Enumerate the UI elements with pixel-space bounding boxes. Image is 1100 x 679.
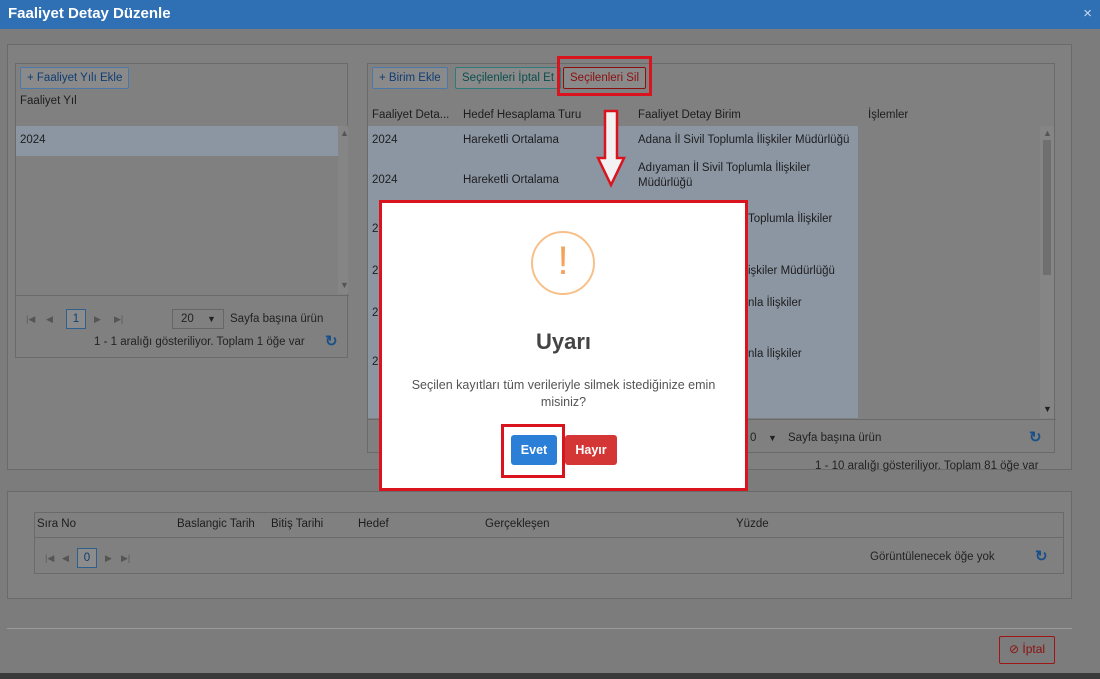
column-header: İşlemler — [868, 109, 909, 121]
row-unit: nla İlişkiler — [748, 297, 802, 309]
next-page-icon[interactable]: ▶ — [105, 553, 112, 564]
page-size-select[interactable]: 20 ▼ — [172, 309, 224, 329]
column-header: Sıra No — [37, 518, 76, 530]
row-type: Hareketli Ortalama — [463, 134, 559, 146]
divider — [16, 295, 349, 296]
add-year-button[interactable]: + Faaliyet Yılı Ekle — [20, 67, 130, 89]
current-page[interactable]: 1 — [66, 309, 86, 329]
confirm-dialog: ! Uyarı Seçilen kayıtları tüm verileriyl… — [379, 200, 748, 491]
column-header: Yüzde — [736, 518, 769, 530]
column-header: Faaliyet Detay Birim — [638, 109, 741, 121]
cancel-button[interactable]: ⊘ İptal — [999, 636, 1055, 664]
scroll-thumb[interactable] — [1043, 140, 1051, 275]
column-header: Gerçekleşen — [485, 518, 550, 530]
year-cell: 2024 — [20, 134, 46, 146]
prev-page-icon[interactable]: ◀ — [46, 314, 53, 325]
dialog-title: Uyarı — [535, 329, 592, 354]
dialog-message: Seçilen kayıtları tüm verileriyle silmek… — [411, 378, 716, 409]
page-size-value: 20 — [181, 313, 194, 325]
divider — [7, 628, 1072, 629]
row-year: 2 — [372, 356, 379, 368]
page-size-label: Sayfa başına ürün — [230, 313, 324, 325]
last-page-icon[interactable]: ▶| — [114, 314, 123, 325]
scrollbar[interactable]: ▲ ▼ — [1040, 126, 1054, 418]
row-unit: Adana İl Sivil Toplumla İlişkiler Müdürl… — [638, 134, 850, 146]
prev-page-icon[interactable]: ◀ — [62, 553, 69, 564]
row-year: 2 — [372, 223, 379, 235]
row-unit: nla İlişkiler — [748, 348, 802, 360]
first-page-icon[interactable]: |◀ — [45, 553, 54, 564]
first-page-icon[interactable]: |◀ — [26, 314, 35, 325]
grid: Sıra No Baslangic Tarih Bitiş Tarihi Hed… — [34, 512, 1064, 574]
row-year: 2024 — [372, 134, 398, 146]
current-page[interactable]: 0 — [77, 548, 97, 568]
row-year: 2 — [372, 265, 379, 277]
row-year: 2 — [372, 307, 379, 319]
refresh-icon[interactable]: ↻ — [325, 332, 338, 350]
cancel-label: İptal — [1022, 642, 1046, 656]
bottom-edge — [0, 673, 1100, 679]
row-year: 2024 — [372, 174, 398, 186]
scroll-down-icon[interactable]: ▼ — [340, 280, 349, 290]
row-type: Hareketli Ortalama — [463, 174, 559, 186]
column-header: Bitiş Tarihi — [271, 518, 324, 530]
year-grid: + Faaliyet Yılı Ekle Faaliyet Yıl 2024 ▲… — [15, 63, 349, 358]
column-header: Faaliyet Deta... — [372, 109, 450, 121]
ban-icon: ⊘ — [1008, 642, 1020, 656]
scroll-up-icon[interactable]: ▲ — [1043, 128, 1052, 138]
divider — [35, 537, 1063, 538]
cancel-selected-button[interactable]: Seçilenleri İptal Et — [455, 67, 562, 89]
column-header: Hedef Hesaplama Turu — [463, 109, 582, 121]
year-column-header: Faaliyet Yıl — [20, 95, 77, 107]
row-unit: Toplumla İlişkiler — [748, 213, 833, 225]
warning-icon: ! — [531, 231, 595, 295]
pager-info: 1 - 10 aralığı gösteriliyor. Toplam 81 ö… — [815, 460, 1039, 472]
highlight-box — [501, 424, 565, 478]
table-row[interactable]: 2024 — [16, 126, 338, 156]
chevron-down-icon: ▼ — [207, 314, 216, 324]
window-title: Faaliyet Detay Düzenle — [8, 5, 171, 22]
column-header: Hedef — [358, 518, 389, 530]
chevron-down-icon[interactable]: ▼ — [768, 433, 777, 443]
last-page-icon[interactable]: ▶| — [121, 553, 130, 564]
close-icon[interactable]: × — [1083, 5, 1092, 22]
no-button[interactable]: Hayır — [565, 435, 617, 465]
target-grid: Sıra No Baslangic Tarih Bitiş Tarihi Hed… — [7, 491, 1072, 599]
next-page-icon[interactable]: ▶ — [94, 314, 101, 325]
scroll-up-icon[interactable]: ▲ — [340, 128, 349, 138]
scrollbar[interactable]: ▲ ▼ — [338, 126, 349, 294]
column-header: Baslangic Tarih — [177, 518, 255, 530]
down-arrow-annotation — [596, 109, 626, 188]
refresh-icon[interactable]: ↻ — [1035, 547, 1048, 565]
pager-info: 1 - 1 aralığı gösteriliyor. Toplam 1 öğe… — [94, 336, 305, 348]
empty-text: Görüntülenecek öğe yok — [870, 551, 995, 563]
page-size-value[interactable]: 0 — [750, 432, 756, 444]
scroll-down-icon[interactable]: ▼ — [1043, 404, 1052, 414]
page-size-label: Sayfa başına ürün — [788, 432, 882, 444]
add-unit-button[interactable]: + Birim Ekle — [372, 67, 448, 89]
refresh-icon[interactable]: ↻ — [1029, 428, 1042, 446]
row-unit: işkiler Müdürlüğü — [748, 265, 835, 277]
row-unit: Adıyaman İl Sivil Toplumla İlişkiler Müd… — [638, 162, 811, 189]
window-title-bar: Faaliyet Detay Düzenle × — [0, 0, 1100, 29]
highlight-box — [557, 56, 652, 96]
